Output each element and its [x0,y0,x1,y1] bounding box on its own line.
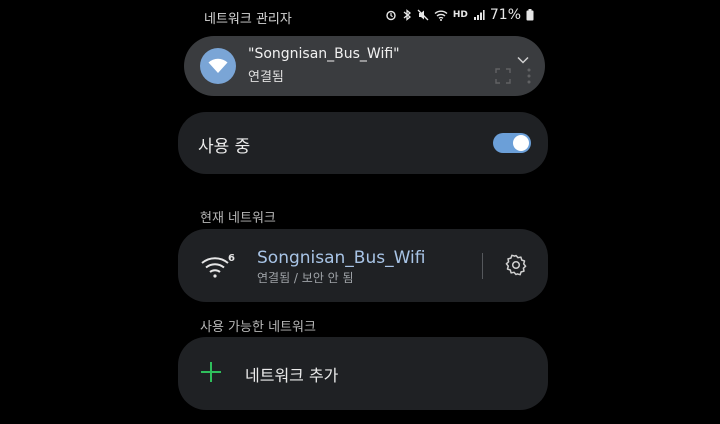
signal-icon [473,9,485,21]
battery-percent: 71% [489,7,521,23]
notification-title: "Songnisan_Bus_Wifi" [248,46,400,62]
mute-icon [417,9,429,21]
toggle-knob [513,135,529,151]
current-network-heading: 현재 네트워크 [200,211,276,226]
connection-notification[interactable]: "Songnisan_Bus_Wifi" 연결됨 [184,36,545,96]
status-icons: HD 71% [385,7,534,23]
wifi-toggle[interactable] [493,133,531,153]
battery-icon [526,9,534,21]
plus-icon [200,361,222,387]
add-network-label: 네트워크 추가 [245,366,339,385]
notification-subtitle: 연결됨 [248,70,284,85]
chevron-down-icon[interactable] [517,50,529,69]
background-toolbar [495,68,531,84]
wifi-status-icon [434,9,448,21]
network-name: Songnisan_Bus_Wifi [257,248,426,268]
current-network-card[interactable]: 6 Songnisan_Bus_Wifi 연결됨 / 보안 안 됨 [178,229,548,302]
available-networks-heading: 사용 가능한 네트워크 [200,320,316,335]
gear-icon[interactable] [504,253,528,281]
network-status: 연결됨 / 보안 안 됨 [257,271,354,285]
more-options-icon [527,68,531,84]
wifi-generation: 6 [228,253,235,264]
hd-voice-icon: HD [452,10,468,20]
add-network-card[interactable]: 네트워크 추가 [178,337,548,410]
status-bar: 네트워크 관리자 HD 71% [178,0,548,32]
usage-label: 사용 중 [198,137,251,157]
bluetooth-icon [402,9,412,21]
wifi-usage-card[interactable]: 사용 중 [178,112,548,174]
app-title: 네트워크 관리자 [204,12,292,27]
notification-wifi-icon [200,48,236,84]
qr-scan-icon [495,68,511,84]
wifi6-icon: 6 [200,251,236,285]
divider [482,253,483,279]
alarm-icon [385,9,397,21]
